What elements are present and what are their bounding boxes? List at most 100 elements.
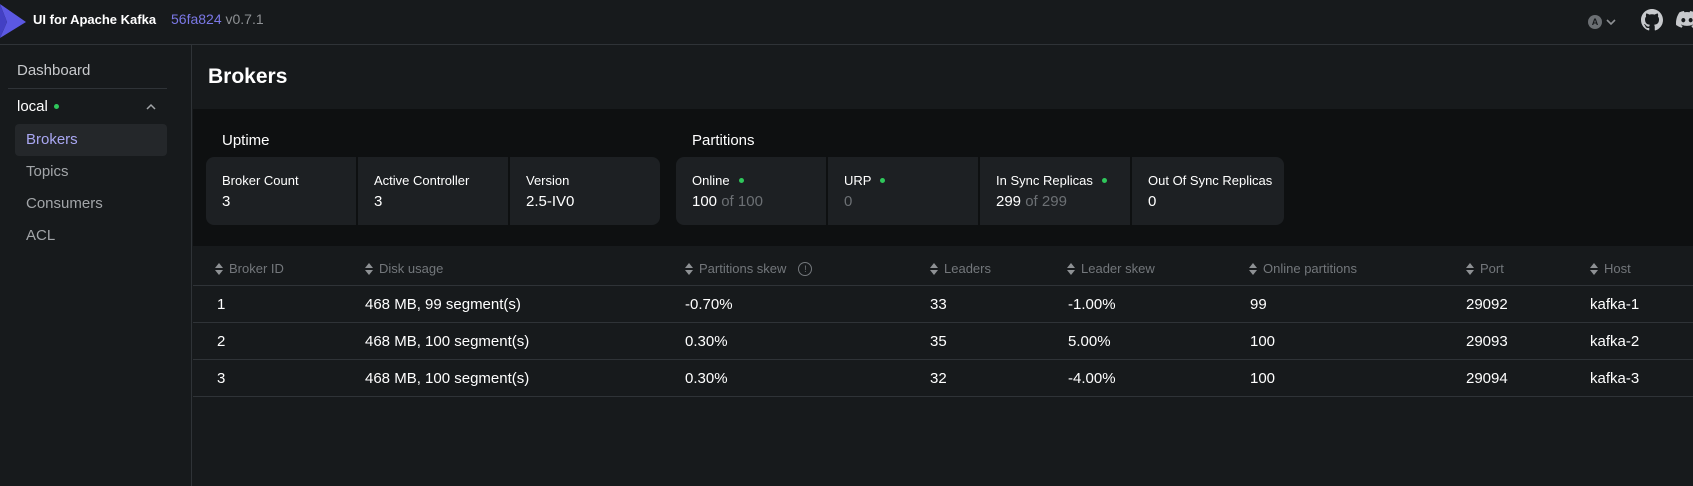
table-row[interactable]: 2 468 MB, 100 segment(s) 0.30% 35 5.00% … — [193, 323, 1693, 360]
leaders-cell: 32 — [930, 370, 947, 387]
stat-title: In Sync Replicas — [996, 173, 1093, 188]
sidebar-item-label: Topics — [26, 163, 69, 180]
sidebar-divider — [8, 88, 167, 89]
stat-title: Version — [526, 173, 570, 188]
cluster-online-dot — [53, 104, 59, 109]
stat-title: Online — [692, 173, 730, 188]
broker-id-link[interactable]: 1 — [217, 296, 225, 313]
stat-value: 3 — [374, 193, 383, 210]
status-dot — [1101, 178, 1107, 183]
column-header-disk-usage[interactable]: Disk usage — [365, 261, 443, 276]
column-header-label: Leader skew — [1081, 261, 1155, 276]
column-header-label: Partitions skew — [699, 261, 787, 276]
column-header-label: Broker ID — [229, 261, 284, 276]
urp-card: URP 0 — [828, 157, 978, 225]
sidebar-item-consumers[interactable]: Consumers — [15, 188, 167, 220]
column-header-label: Online partitions — [1263, 261, 1357, 276]
column-header-online-partitions[interactable]: Online partitions — [1249, 261, 1357, 276]
cluster-selector[interactable]: local — [17, 98, 59, 115]
disk-usage-cell: 468 MB, 100 segment(s) — [365, 333, 530, 350]
version-number: v0.7.1 — [225, 11, 264, 27]
table-row[interactable]: 1 468 MB, 99 segment(s) -0.70% 33 -1.00%… — [193, 286, 1693, 323]
active-controller-card: Active Controller 3 — [358, 157, 508, 225]
leader-skew-cell: 5.00% — [1068, 333, 1111, 350]
chevron-up-icon[interactable] — [145, 102, 157, 112]
column-header-label: Disk usage — [379, 261, 444, 276]
column-header-port[interactable]: Port — [1466, 261, 1504, 276]
version-info: 56fa824 v0.7.1 — [171, 11, 264, 27]
stat-value: 3 — [222, 193, 231, 210]
stat-total: of 299 — [1025, 193, 1067, 210]
stat-title: Active Controller — [374, 173, 470, 188]
sort-icon — [1590, 262, 1598, 275]
uptime-stats: Broker Count 3 Active Controller 3 Versi… — [206, 157, 660, 225]
partitions-skew-cell: 0.30% — [685, 370, 728, 387]
stat-value: 100 — [692, 193, 718, 210]
status-dot — [738, 178, 744, 183]
kafka-logo-icon[interactable] — [0, 4, 26, 38]
partition-stats: Online 100 of 100 URP 0 In Sync Replicas… — [676, 157, 1284, 225]
brokers-table: Broker ID Disk usage Partitions skew ! L… — [193, 250, 1693, 397]
broker-id-link[interactable]: 3 — [217, 370, 225, 387]
port-cell: 29092 — [1466, 296, 1508, 313]
stat-title: Out Of Sync Replicas — [1148, 173, 1273, 188]
stat-value: 299 — [996, 193, 1022, 210]
stat-title: Broker Count — [222, 173, 299, 188]
sidebar-item-label: Consumers — [26, 195, 103, 212]
page-title: Brokers — [208, 65, 288, 88]
sort-icon — [365, 262, 373, 275]
leaders-cell: 33 — [930, 296, 947, 313]
auto-theme-icon: A — [1588, 15, 1602, 29]
broker-count-card: Broker Count 3 — [206, 157, 356, 225]
theme-toggle[interactable]: A — [1588, 12, 1616, 32]
sort-icon — [215, 262, 223, 275]
column-header-label: Leaders — [944, 261, 991, 276]
github-icon[interactable] — [1641, 9, 1663, 31]
online-partitions-cell: 100 — [1250, 333, 1276, 350]
discord-icon[interactable] — [1676, 9, 1693, 31]
sidebar: Dashboard local Brokers Topics Consumers… — [0, 45, 192, 486]
sort-icon — [1067, 262, 1075, 275]
table-row[interactable]: 3 468 MB, 100 segment(s) 0.30% 32 -4.00%… — [193, 360, 1693, 397]
column-header-broker-id[interactable]: Broker ID — [215, 261, 284, 276]
stat-value: 2.5-IV0 — [526, 193, 575, 210]
host-cell: kafka-3 — [1590, 370, 1640, 387]
sort-icon — [685, 262, 693, 275]
disk-usage-cell: 468 MB, 100 segment(s) — [365, 370, 530, 387]
partitions-skew-cell: -0.70% — [685, 296, 733, 313]
partitions-label: Partitions — [692, 132, 755, 149]
partitions-skew-cell: 0.30% — [685, 333, 728, 350]
sidebar-item-dashboard[interactable]: Dashboard — [17, 62, 90, 79]
sort-icon — [1466, 262, 1474, 275]
top-nav: UI for Apache Kafka 56fa824 v0.7.1 A — [0, 0, 1693, 45]
out-of-sync-replicas-card: Out Of Sync Replicas 0 — [1132, 157, 1284, 225]
online-partitions-cell: 99 — [1250, 296, 1267, 313]
online-card: Online 100 of 100 — [676, 157, 826, 225]
column-header-host[interactable]: Host — [1590, 261, 1631, 276]
sidebar-item-brokers[interactable]: Brokers — [15, 124, 167, 156]
sidebar-item-acl[interactable]: ACL — [15, 220, 167, 252]
column-header-leader-skew[interactable]: Leader skew — [1067, 261, 1155, 276]
stat-total: of 100 — [721, 193, 763, 210]
leader-skew-cell: -1.00% — [1068, 296, 1116, 313]
port-cell: 29094 — [1466, 370, 1508, 387]
app-title[interactable]: UI for Apache Kafka — [33, 12, 156, 27]
sidebar-item-topics[interactable]: Topics — [15, 156, 167, 188]
leaders-cell: 35 — [930, 333, 947, 350]
column-header-partitions-skew[interactable]: Partitions skew ! — [685, 261, 813, 276]
host-cell: kafka-1 — [1590, 296, 1640, 313]
sidebar-item-label: ACL — [26, 227, 56, 244]
leader-skew-cell: -4.00% — [1068, 370, 1116, 387]
cluster-name: local — [17, 98, 48, 115]
info-icon[interactable]: ! — [798, 261, 813, 276]
commit-link[interactable]: 56fa824 — [171, 11, 222, 27]
sort-icon — [1249, 262, 1257, 275]
broker-id-link[interactable]: 2 — [217, 333, 225, 350]
uptime-label: Uptime — [222, 132, 270, 149]
disk-usage-cell: 468 MB, 99 segment(s) — [365, 296, 521, 313]
stat-value: 0 — [1148, 193, 1157, 210]
column-header-leaders[interactable]: Leaders — [930, 261, 991, 276]
in-sync-replicas-card: In Sync Replicas 299 of 299 — [980, 157, 1130, 225]
host-cell: kafka-2 — [1590, 333, 1640, 350]
column-header-label: Port — [1480, 261, 1504, 276]
